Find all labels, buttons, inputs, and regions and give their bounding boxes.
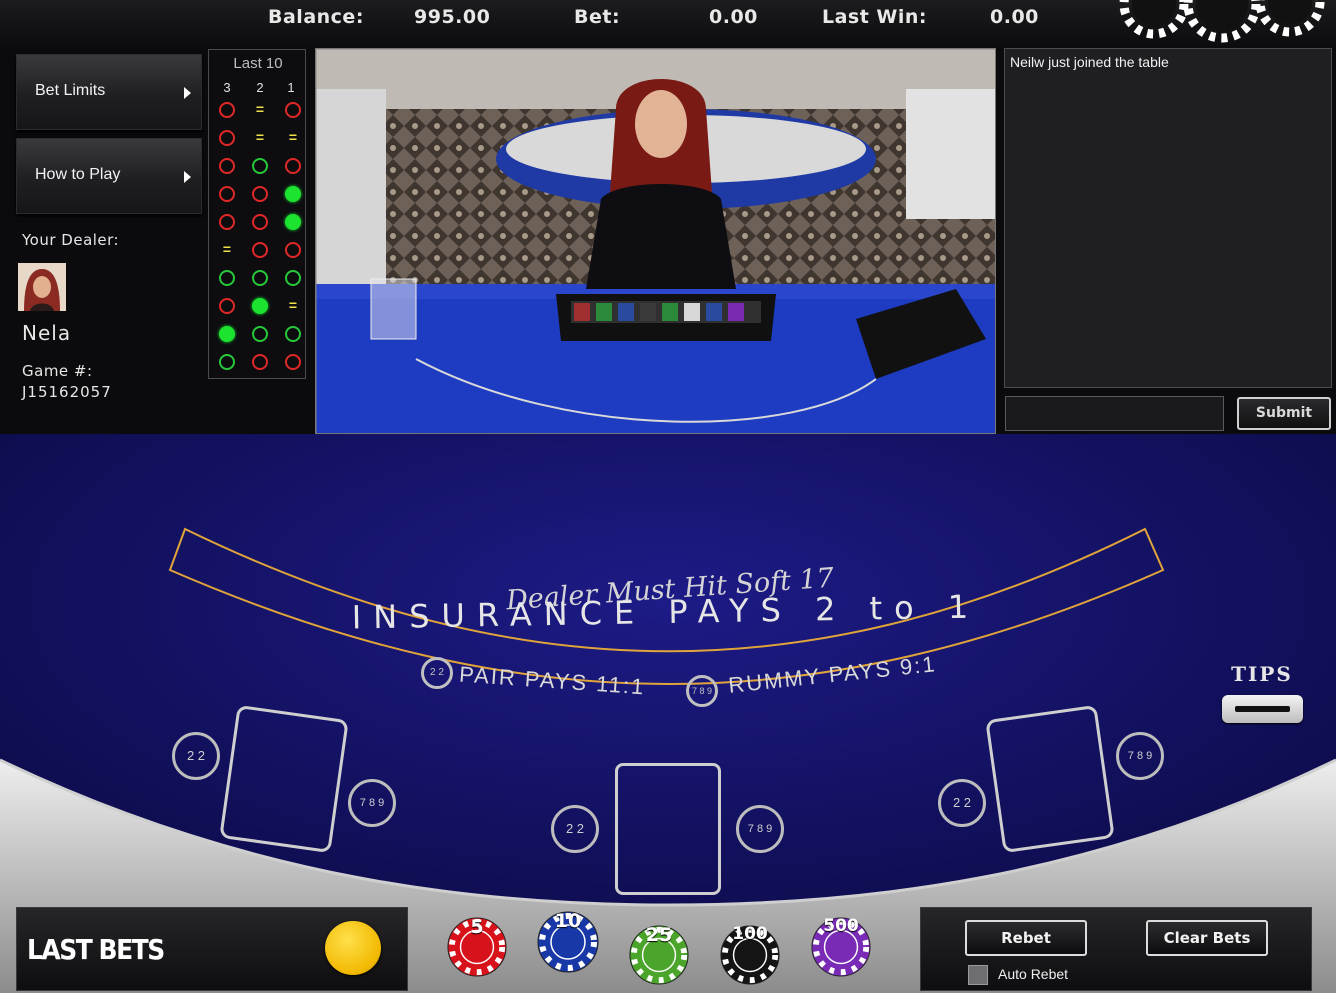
chip-25[interactable]: 25 [628, 924, 690, 986]
chip-5[interactable]: 5 [446, 916, 508, 978]
tips-button[interactable] [1222, 695, 1303, 723]
bet-limits-button[interactable]: Bet Limits [16, 54, 202, 130]
result-lost-marker [285, 354, 301, 370]
column-header-3: 3 [223, 80, 231, 95]
chat-log: Neilw just joined the table [1004, 48, 1332, 388]
game-number-label: Game #: [22, 362, 93, 380]
last-bets-button[interactable] [325, 921, 381, 975]
clear-bets-button[interactable]: Clear Bets [1146, 920, 1268, 956]
decorative-chips-icon [1119, 0, 1325, 43]
result-lost-marker [219, 298, 235, 314]
game-number-value: J15162057 [22, 383, 112, 401]
result-won-marker [252, 326, 268, 342]
arrow-right-icon [184, 87, 191, 99]
bet-limits-label: Bet Limits [35, 82, 106, 99]
last-win-value: 0.00 [990, 6, 1039, 28]
result-lost-marker [252, 214, 268, 230]
rummy-pays-icon: 7 8 9 [686, 675, 718, 707]
rebet-button[interactable]: Rebet [965, 920, 1087, 956]
dealer-avatar [18, 263, 66, 311]
result-lost-marker [219, 186, 235, 202]
result-push-marker: = [288, 129, 298, 145]
pair-pays-icon: 2 2 [421, 657, 453, 689]
result-blackjack-marker [219, 326, 235, 342]
result-lost-marker [219, 130, 235, 146]
result-lost-marker [219, 102, 235, 118]
last-win-label: Last Win: [822, 6, 928, 28]
arrow-right-icon [184, 171, 191, 183]
rummy-side-bet-right[interactable]: 7 8 9 [1116, 732, 1164, 780]
result-blackjack-marker [285, 186, 301, 202]
balance-value: 995.00 [414, 6, 491, 28]
chip-100[interactable]: 100 [719, 924, 781, 986]
your-dealer-label: Your Dealer: [22, 231, 120, 249]
result-lost-marker [285, 102, 301, 118]
result-won-marker [285, 270, 301, 286]
chat-submit-button[interactable]: Submit [1237, 397, 1331, 430]
blackjack-game-screen: { "topbar": { "balance_label": "Balance:… [0, 0, 1336, 993]
chip-value-label: 500 [823, 916, 859, 936]
pair-side-bet-right[interactable]: 2 2 [938, 779, 986, 827]
result-push-marker: = [288, 297, 298, 313]
tips-label: TIPS [1231, 662, 1293, 686]
auto-rebet-checkbox[interactable] [968, 965, 988, 985]
chip-value-label: 100 [732, 924, 768, 944]
last-bets-label: LAST BETS [27, 933, 165, 966]
chip-value-label: 25 [645, 924, 673, 946]
top-status-bar: Balance: 995.00 Bet: 0.00 Last Win: 0.00 [0, 0, 1336, 46]
result-lost-marker [219, 214, 235, 230]
result-won-marker [252, 270, 268, 286]
result-won-marker [219, 270, 235, 286]
pair-side-bet-left[interactable]: 2 2 [172, 732, 220, 780]
result-lost-marker [252, 186, 268, 202]
result-lost-marker [252, 242, 268, 258]
result-lost-marker [285, 158, 301, 174]
bet-label: Bet: [574, 6, 621, 28]
chat-message: Neilw just joined the table [1010, 54, 1169, 70]
rummy-side-bet-left[interactable]: 7 8 9 [348, 779, 396, 827]
last-10-title: Last 10 [233, 55, 283, 72]
bet-spot-right[interactable] [985, 704, 1115, 854]
how-to-play-button[interactable]: How to Play [16, 138, 202, 214]
result-won-marker [219, 354, 235, 370]
result-push-marker: = [255, 101, 265, 117]
rummy-side-bet-center[interactable]: 7 8 9 [736, 805, 784, 853]
result-won-marker [285, 326, 301, 342]
column-header-2: 2 [256, 80, 264, 95]
bet-spot-center[interactable] [615, 763, 721, 895]
result-lost-marker [252, 354, 268, 370]
result-blackjack-marker [285, 214, 301, 230]
chat-input[interactable] [1005, 396, 1224, 431]
chip-10[interactable]: 10 [536, 910, 600, 974]
auto-rebet-label: Auto Rebet [998, 966, 1069, 982]
chip-500[interactable]: 500 [810, 916, 872, 978]
chip-value-label: 5 [470, 916, 484, 938]
chip-value-label: 10 [554, 910, 582, 932]
balance-label: Balance: [268, 6, 364, 28]
result-push-marker: = [222, 241, 232, 257]
bet-spot-left[interactable] [219, 704, 349, 854]
dealer-portrait-icon [18, 263, 66, 311]
result-lost-marker [219, 158, 235, 174]
result-lost-marker [285, 242, 301, 258]
video-frame-image [316, 49, 995, 433]
bet-value: 0.00 [709, 6, 758, 28]
last-10-results-board: Last 10 3 2 1 = = = = = [208, 49, 306, 379]
live-dealer-video [315, 48, 996, 434]
how-to-play-label: How to Play [35, 166, 121, 183]
result-blackjack-marker [252, 298, 268, 314]
pair-side-bet-center[interactable]: 2 2 [551, 805, 599, 853]
dealer-name: Nela [22, 321, 72, 345]
result-won-marker [252, 158, 268, 174]
column-header-1: 1 [287, 80, 295, 95]
result-push-marker: = [255, 129, 265, 145]
